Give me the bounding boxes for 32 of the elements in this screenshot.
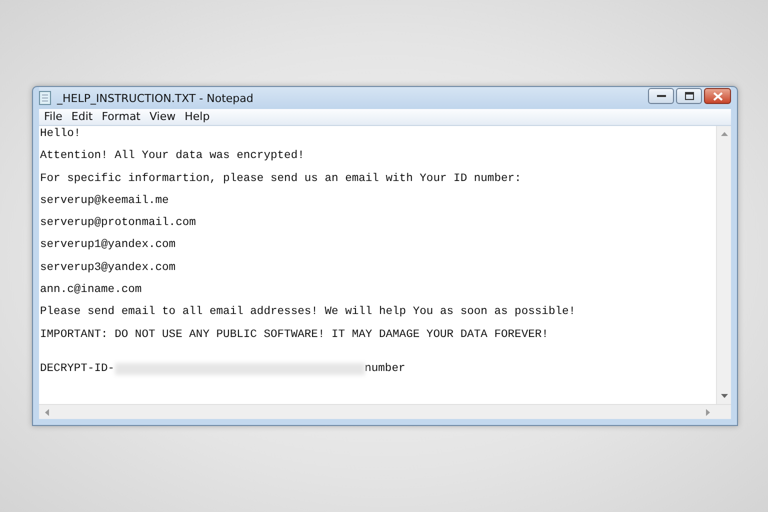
id-prefix: DECRYPT-ID- [40,362,115,377]
text-line: Attention! All Your data was encrypted! [40,148,306,164]
text-line: For specific informartion, please send us an email with Your ID number: [40,172,522,187]
menu-item[interactable]: Format [98,110,146,124]
scroll-up-icon[interactable] [720,132,728,136]
text-line: serverup@protonmail.com [40,216,197,232]
maximize-icon [684,92,694,100]
text-line: serverup3@yandex.com [40,260,177,276]
text-line: serverup1@yandex.com [40,238,177,254]
window-title: _HELP_INSTRUCTION.TXT - Notepad [57,92,254,104]
horizontal-scrollbar[interactable] [39,404,716,419]
close-icon [712,92,722,100]
scroll-down-icon[interactable] [720,394,728,398]
close-button[interactable] [704,88,731,104]
notepad-icon [39,91,51,105]
text-line: ann.c@iname.com [40,282,143,298]
text-line: IMPORTANT: DO NOT USE ANY PUBLIC SOFTWARE! IT MAY DAMAGE YOUR DATA FOREVER! [40,328,550,343]
menu-item[interactable]: Help [182,110,216,124]
menu-item[interactable]: File [41,110,68,124]
scroll-left-icon[interactable] [45,408,49,416]
vertical-scrollbar[interactable] [716,126,731,404]
text-line: serverup@keemail.me [40,194,170,209]
maximize-button[interactable] [676,88,702,104]
text-line: Please send email to all email addresses! We will help You as soon as possible! [40,304,577,320]
scroll-right-icon[interactable] [706,408,710,416]
resize-grip[interactable] [716,404,731,419]
minimize-button[interactable] [648,88,674,104]
minimize-icon [656,94,666,98]
text-line: Hello! [40,126,82,142]
menu-item[interactable]: View [146,110,182,124]
menu-item[interactable]: Edit [68,110,99,124]
id-suffix: number [364,362,406,377]
